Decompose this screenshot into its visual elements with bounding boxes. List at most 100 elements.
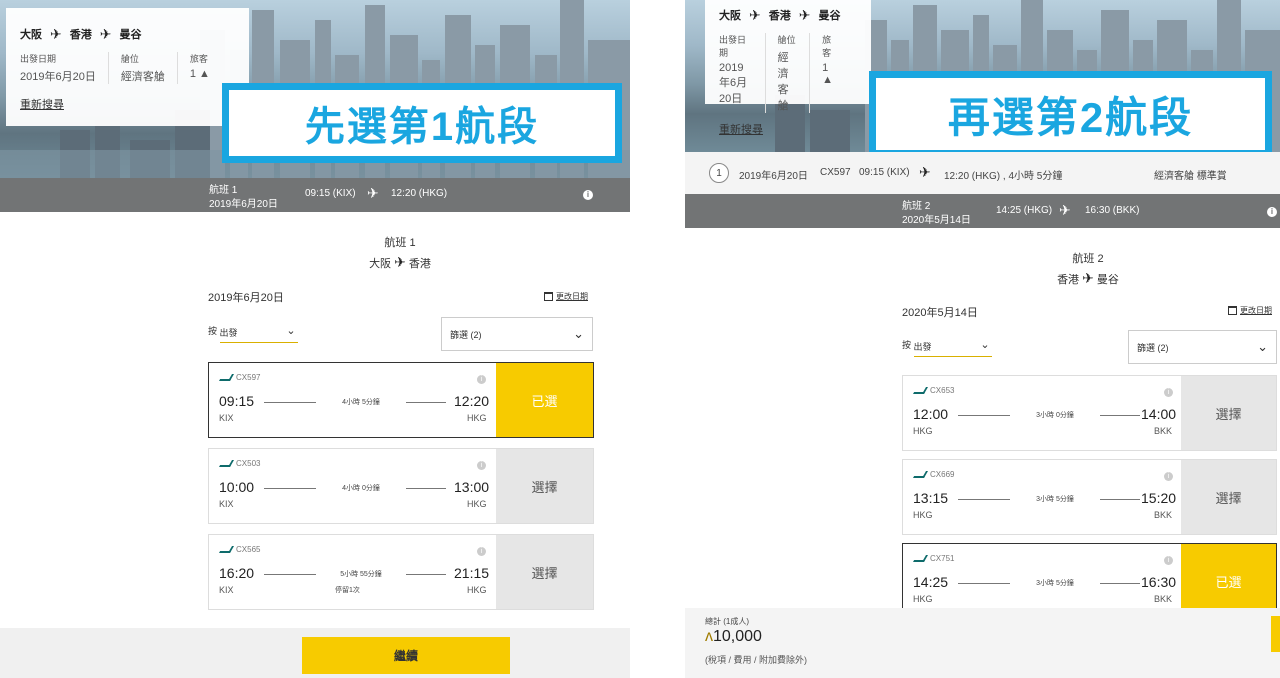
flight-card[interactable]: CX669 i 13:15 HKG 3小時 5分鐘 15:20 BKK 選擇: [902, 459, 1277, 535]
departure-airport: HKG: [913, 426, 933, 436]
select-button[interactable]: 選擇: [1181, 460, 1276, 534]
info-icon[interactable]: i: [477, 375, 486, 384]
change-date-label: 更改日期: [1240, 306, 1272, 315]
flight-bar-date: 2020年5月14日: [902, 215, 971, 226]
departure-time: 13:15: [913, 490, 949, 506]
destination-city: 曼谷: [818, 10, 841, 22]
filter-dropdown[interactable]: 篩選 (2) ⌄: [1128, 330, 1277, 364]
departure-time: 14:25: [913, 574, 949, 590]
search-summary-card: 大阪 ✈ 香港 ✈ 曼谷 出發日期 2019年6月20日 艙位 經濟客艙 旅客 1 ▲…: [6, 8, 249, 126]
flight-bar: 航班 1 2019年6月20日 09:15 (KIX) ✈ 12:20 (HKG…: [0, 178, 630, 212]
filter-dropdown[interactable]: 篩選 (2) ⌄: [441, 317, 593, 351]
info-icon[interactable]: i: [477, 547, 486, 556]
departure-time: 09:15: [219, 393, 255, 409]
selected-button[interactable]: 已選: [1181, 544, 1276, 618]
flight-card[interactable]: CX597 i 09:15 KIX 4小時 5分鐘 12:20 HKG 已選: [208, 362, 594, 438]
passengers-label: 旅客: [189, 54, 208, 64]
flight-number-text: CX669: [930, 470, 955, 479]
duration: 4小時 0分鐘: [316, 483, 406, 493]
airline-logo-icon: [912, 387, 929, 394]
select-button[interactable]: 選擇: [1181, 376, 1276, 450]
change-date-label: 更改日期: [556, 292, 588, 301]
calendar-icon: [1228, 306, 1237, 315]
flight-number-text: CX751: [930, 554, 955, 563]
plane-icon: ✈: [99, 26, 112, 42]
departure-time: 10:00: [219, 479, 255, 495]
flight-heading-title: 航班 2: [1072, 253, 1104, 265]
heading-destination: 香港: [408, 258, 431, 270]
chevron-down-icon: ⌄: [980, 339, 990, 351]
research-link[interactable]: 重新搜尋: [719, 121, 763, 137]
summary-arr: 12:20 (HKG) , 4小時 5分鐘: [944, 171, 1063, 182]
sort-value: 出發: [219, 328, 238, 338]
arrival-time: 14:00: [1141, 406, 1177, 422]
airline-logo-icon: [218, 460, 235, 467]
hero-image: 大阪 ✈ 香港 ✈ 曼谷 出發日期 2019年6月20日 艙位 經濟客艙 旅客 1 ▲…: [0, 0, 630, 178]
continue-button[interactable]: 繼續: [302, 637, 510, 674]
flight-number: CX503: [218, 459, 260, 468]
flight-number-text: CX653: [930, 386, 955, 395]
info-icon[interactable]: i: [1164, 556, 1173, 565]
arrival-airport: HKG: [467, 499, 487, 509]
right-screenshot: 大阪 ✈ 香港 ✈ 曼谷 出發日期 2019年6月20日 艙位 經濟客艙 旅客 1 ▲…: [685, 0, 1280, 678]
flight-bar-dep: 09:15 (KIX): [305, 188, 356, 199]
flight-bar-arr: 16:30 (BKK): [1085, 205, 1140, 216]
flight-heading-title: 航班 1: [384, 237, 416, 249]
cabin-value: 經濟客艙: [777, 52, 789, 112]
selected-date: 2020年5月14日: [902, 307, 978, 319]
info-icon[interactable]: i: [1164, 388, 1173, 397]
arrival-airport: BKK: [1154, 510, 1173, 520]
cabin-value: 經濟客艙: [120, 71, 165, 83]
continue-button[interactable]: [1271, 616, 1280, 652]
selected-date: 2019年6月20日: [208, 292, 284, 304]
heading-origin: 大阪: [369, 258, 392, 270]
duration: 5小時 55分鐘: [316, 569, 406, 579]
airline-logo-icon: [912, 471, 929, 478]
plane-icon: ✈: [50, 26, 62, 42]
departure-time: 16:20: [219, 565, 255, 581]
arrival-time: 12:20: [454, 393, 490, 409]
filter-label: 篩選 (2): [450, 329, 482, 340]
flight-bar: 航班 2 2020年5月14日 14:25 (HKG) ✈ 16:30 (BKK…: [685, 194, 1280, 228]
arrival-time: 21:15: [454, 565, 490, 581]
plane-icon: ✈: [749, 7, 761, 23]
flight-card[interactable]: CX565 i 16:20 KIX 5小時 55分鐘 停留1次 21:15 HKG 選擇: [208, 534, 594, 610]
departure-airport: HKG: [913, 510, 933, 520]
select-button[interactable]: 選擇: [496, 449, 593, 523]
select-button[interactable]: 選擇: [496, 535, 593, 609]
info-icon[interactable]: i: [1267, 207, 1277, 217]
search-meta: 出發日期 2019年6月20日 艙位 經濟客艙 旅客 1 ▲: [20, 52, 235, 84]
flight-number: CX597: [218, 373, 260, 382]
total-label: 總計 (1成人): [705, 617, 749, 626]
flight-bar-date: 2019年6月20日: [209, 199, 278, 210]
flight-card[interactable]: CX503 i 10:00 KIX 4小時 0分鐘 13:00 HKG 選擇: [208, 448, 594, 524]
heading-origin: 香港: [1057, 274, 1080, 286]
airline-logo-icon: [218, 546, 235, 553]
arrival-airport: BKK: [1154, 594, 1173, 604]
selected-button[interactable]: 已選: [496, 363, 593, 437]
info-icon[interactable]: i: [583, 190, 593, 200]
airline-logo-icon: [912, 555, 929, 562]
info-icon[interactable]: i: [477, 461, 486, 470]
summary-cabin: 經濟客艙 標準賞: [1154, 171, 1227, 182]
flight-card[interactable]: CX653 i 12:00 HKG 3小時 0分鐘 14:00 BKK 選擇: [902, 375, 1277, 451]
plane-icon: ✈: [1082, 270, 1094, 286]
arrival-time: 16:30: [1141, 574, 1177, 590]
duration: 4小時 5分鐘: [316, 397, 406, 407]
footer: 繼續: [0, 628, 630, 678]
change-date-link[interactable]: 更改日期: [1228, 305, 1272, 316]
sort-control[interactable]: 按 出發 ⌄: [208, 324, 298, 343]
info-icon[interactable]: i: [1164, 472, 1173, 481]
step-banner: 再選第2航段: [869, 71, 1272, 152]
via-city: 香港: [768, 10, 791, 22]
flight-bar-dep: 14:25 (HKG): [996, 205, 1053, 216]
flight-number: CX565: [218, 545, 260, 554]
departure-date-value: 2019年6月20日: [20, 71, 96, 83]
change-date-link[interactable]: 更改日期: [544, 291, 588, 302]
departure-airport: KIX: [219, 499, 234, 509]
route: 大阪 ✈ 香港 ✈ 曼谷: [20, 26, 235, 42]
research-link[interactable]: 重新搜尋: [20, 96, 64, 112]
person-icon: ▲: [822, 74, 833, 86]
departure-date-label: 出發日期: [20, 54, 57, 64]
sort-control[interactable]: 按 出發 ⌄: [902, 338, 992, 357]
